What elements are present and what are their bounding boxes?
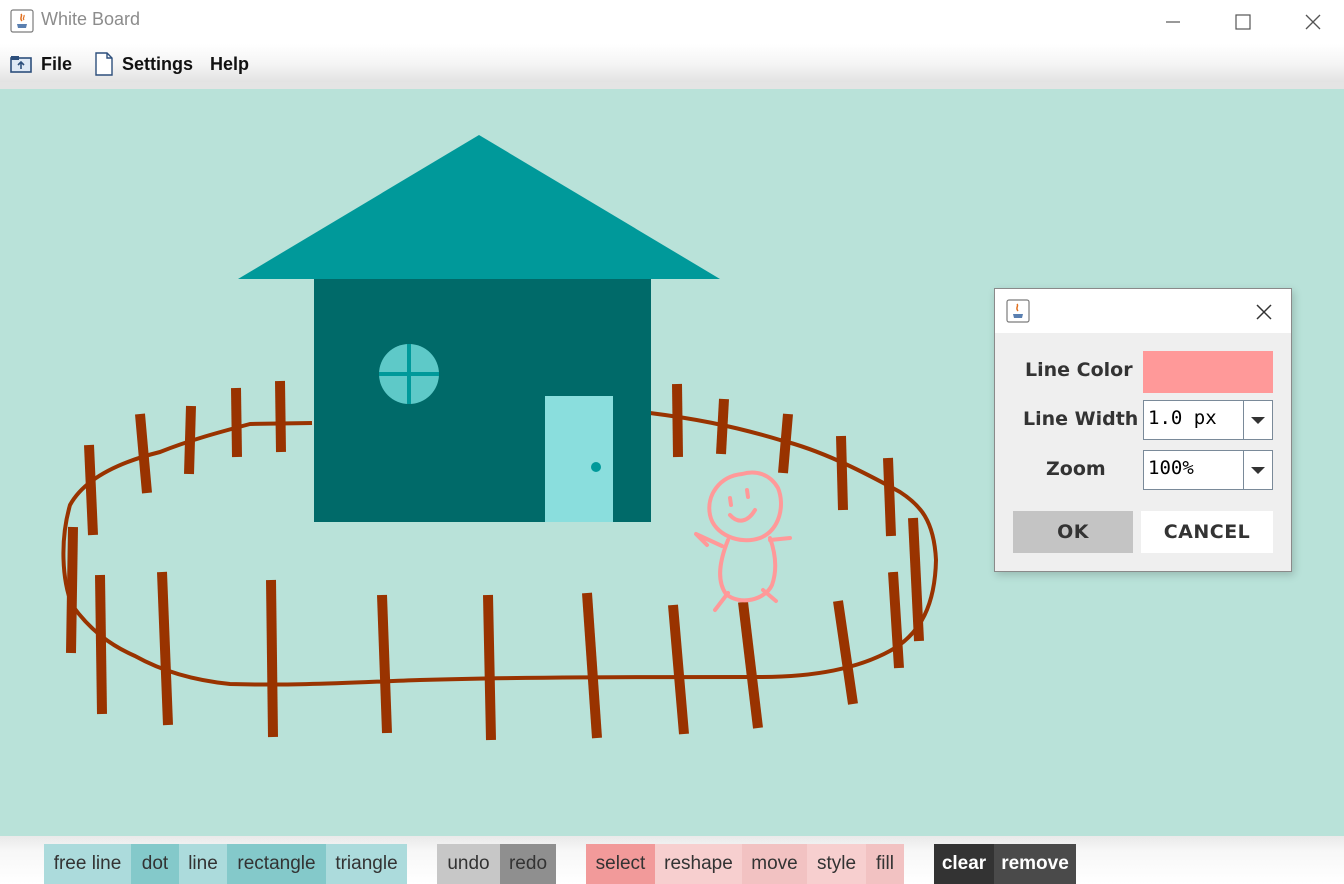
tool-triangle[interactable]: triangle (326, 844, 407, 884)
java-icon (1006, 299, 1030, 323)
tool-select[interactable]: select (586, 844, 655, 884)
maximize-icon (1235, 14, 1251, 30)
line-width-value[interactable]: 1.0 px (1148, 407, 1217, 429)
cancel-button[interactable]: CANCEL (1141, 511, 1273, 553)
minimize-button[interactable] (1138, 0, 1208, 44)
document-icon (95, 52, 113, 76)
tool-dot[interactable]: dot (131, 844, 179, 884)
menu-settings[interactable]: Settings (94, 52, 193, 76)
remove-button[interactable]: remove (994, 844, 1076, 884)
tool-move[interactable]: move (742, 844, 807, 884)
window-title: White Board (41, 9, 141, 29)
line-width-combo[interactable]: 1.0 px (1143, 400, 1273, 440)
undo-button[interactable]: undo (437, 844, 500, 884)
line-color-label: Line Color (1025, 359, 1133, 381)
close-icon (1305, 14, 1321, 30)
line-width-label: Line Width (1023, 408, 1139, 430)
file-open-icon (10, 56, 32, 73)
menu-help-label: Help (210, 53, 250, 74)
stick-figure (694, 470, 792, 612)
menu-help[interactable]: Help (210, 52, 249, 76)
menu-separator (0, 82, 1344, 89)
title-bar: White Board (0, 0, 1344, 44)
menu-file[interactable]: File (9, 52, 72, 76)
settings-dialog: Line Color Line Width 1.0 px Zoom 100% O… (994, 288, 1292, 572)
redo-button[interactable]: redo (500, 844, 556, 884)
tool-fill[interactable]: fill (866, 844, 904, 884)
door-knob (591, 462, 601, 472)
tool-style[interactable]: style (807, 844, 866, 884)
ok-button[interactable]: OK (1013, 511, 1133, 553)
java-icon (10, 9, 34, 33)
close-button[interactable] (1278, 0, 1344, 44)
tool-reshape[interactable]: reshape (655, 844, 742, 884)
zoom-combo[interactable]: 100% (1143, 450, 1273, 490)
chevron-down-icon (1251, 467, 1265, 474)
menu-file-label: File (41, 53, 73, 74)
maximize-button[interactable] (1208, 0, 1278, 44)
tool-free-line[interactable]: free line (44, 844, 131, 884)
menu-bar: File Settings Help (0, 44, 1344, 82)
house-roof (238, 135, 720, 279)
chevron-down-icon (1251, 417, 1265, 424)
zoom-value[interactable]: 100% (1148, 457, 1194, 479)
tool-bar: free line dot line rectangle triangle un… (0, 836, 1344, 884)
dialog-close-icon[interactable] (1253, 301, 1275, 323)
minimize-icon (1166, 21, 1180, 23)
menu-settings-label: Settings (122, 53, 194, 74)
zoom-dropdown-button[interactable] (1243, 451, 1272, 489)
zoom-label: Zoom (1046, 458, 1106, 480)
tool-rectangle[interactable]: rectangle (227, 844, 326, 884)
tool-line[interactable]: line (179, 844, 227, 884)
dialog-title-bar (995, 289, 1291, 333)
drawing-canvas[interactable]: Line Color Line Width 1.0 px Zoom 100% O… (0, 89, 1344, 836)
clear-button[interactable]: clear (934, 844, 994, 884)
line-width-dropdown-button[interactable] (1243, 401, 1272, 439)
line-color-swatch[interactable] (1143, 351, 1273, 393)
house-door (545, 396, 613, 522)
